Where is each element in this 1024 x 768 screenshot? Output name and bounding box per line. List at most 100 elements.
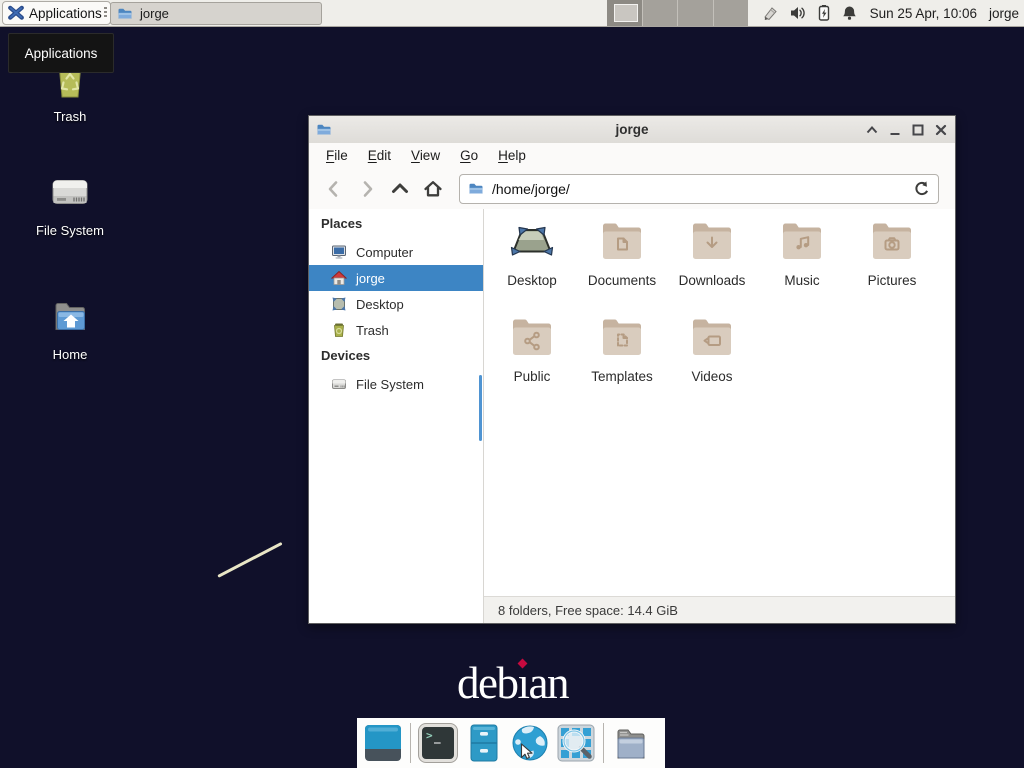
up-button[interactable]	[387, 176, 413, 202]
minimize-icon	[887, 122, 903, 138]
xfce-applications-icon	[8, 5, 24, 21]
home-icon	[331, 270, 347, 286]
sidebar-item-computer[interactable]: Computer	[309, 239, 483, 265]
menu-file[interactable]: File	[316, 148, 358, 163]
sidebar-item-jorge[interactable]: jorge	[309, 265, 483, 291]
home-button[interactable]	[420, 176, 446, 202]
file-item-desktop[interactable]: Desktop	[487, 217, 577, 288]
applications-tooltip: Applications	[8, 33, 114, 73]
applications-menu-label: Applications	[29, 6, 102, 21]
menu-help[interactable]: Help	[488, 148, 536, 163]
folder-templates-icon	[598, 313, 646, 361]
devices-header: Devices	[321, 348, 370, 363]
taskbar-window-button[interactable]: jorge	[110, 2, 322, 25]
close-icon	[933, 122, 949, 138]
sidebar-item-filesystem[interactable]: File System	[309, 371, 483, 397]
home-icon	[421, 177, 445, 201]
file-item-pictures[interactable]: Pictures	[847, 217, 937, 288]
workspace-1[interactable]	[607, 0, 642, 26]
battery-icon[interactable]	[816, 4, 832, 22]
desktop-icon	[508, 217, 556, 265]
workspace-window-miniature	[614, 4, 638, 22]
desktop-icon-filesystem[interactable]: File System	[20, 168, 120, 238]
folder-downloads-icon	[688, 217, 736, 265]
web-browser-globe-icon[interactable]	[511, 724, 549, 762]
menu-view[interactable]: View	[401, 148, 450, 163]
dock-separator	[410, 723, 411, 763]
desktop-icon-trash-label: Trash	[20, 109, 120, 124]
folder-pictures-icon	[868, 217, 916, 265]
folder-music-icon	[778, 217, 826, 265]
menubar: File Edit View Go Help	[309, 143, 955, 168]
forward-icon	[355, 177, 379, 201]
toolbar: /home/jorge/	[309, 168, 955, 210]
hard-drive-icon	[331, 376, 347, 392]
reload-icon[interactable]	[913, 180, 930, 197]
file-cabinet-icon[interactable]	[465, 724, 503, 762]
path-folder-icon	[468, 181, 484, 197]
panel-clock[interactable]: Sun 25 Apr, 10:06	[870, 6, 977, 21]
shade-icon	[864, 122, 880, 138]
back-icon	[322, 177, 346, 201]
sidebar-item-trash[interactable]: Trash	[309, 317, 483, 343]
maximize-icon	[910, 122, 926, 138]
file-item-downloads[interactable]: Downloads	[667, 217, 757, 288]
statusbar-text: 8 folders, Free space: 14.4 GiB	[498, 603, 678, 618]
file-item-public[interactable]: Public	[487, 313, 577, 384]
desktop-icon	[331, 296, 347, 312]
panel-user-label[interactable]: jorge	[989, 6, 1019, 21]
path-text[interactable]: /home/jorge/	[492, 181, 913, 197]
window-title: jorge	[309, 122, 955, 137]
menu-go[interactable]: Go	[450, 148, 488, 163]
back-button[interactable]	[321, 176, 347, 202]
statusbar: 8 folders, Free space: 14.4 GiB	[484, 596, 955, 623]
applications-menu-button[interactable]: Applications	[2, 1, 111, 25]
maximize-button[interactable]	[910, 122, 926, 138]
forward-button[interactable]	[354, 176, 380, 202]
application-finder-icon[interactable]	[557, 724, 595, 762]
tasklist-handle[interactable]	[104, 7, 107, 19]
window-titlebar[interactable]: jorge	[309, 116, 955, 144]
terminal-icon[interactable]: > _	[419, 724, 457, 762]
notifications-bell-icon[interactable]	[841, 4, 858, 22]
menu-edit[interactable]: Edit	[358, 148, 401, 163]
directory-folder-icon[interactable]	[612, 724, 650, 762]
places-header: Places	[321, 216, 362, 231]
sidebar-item-desktop[interactable]: Desktop	[309, 291, 483, 317]
desktop-icon-home-label: Home	[20, 347, 120, 362]
sidebar: Places Computer jorge Desktop Trash Devi…	[309, 209, 484, 623]
folder-documents-icon	[598, 217, 646, 265]
file-item-documents[interactable]: Documents	[577, 217, 667, 288]
dock: > _	[357, 718, 665, 768]
workspace-pager[interactable]	[607, 0, 748, 26]
file-item-videos[interactable]: Videos	[667, 313, 757, 384]
shade-button[interactable]	[864, 122, 880, 138]
show-desktop-icon[interactable]	[364, 724, 402, 762]
file-manager-body: Places Computer jorge Desktop Trash Devi…	[309, 209, 955, 623]
file-manager-window: jorge File Edit View Go Hel	[308, 115, 956, 624]
home-folder-icon	[46, 292, 94, 340]
taskbar-window-label: jorge	[140, 6, 169, 21]
folder-videos-icon	[688, 313, 736, 361]
desktop-stroke-artifact	[217, 542, 282, 578]
dock-separator	[603, 723, 604, 763]
workspace-3[interactable]	[677, 0, 713, 26]
sidebar-scrollbar[interactable]	[479, 375, 482, 441]
icon-view: Desktop Documents Downloads Music Pictur…	[484, 209, 955, 596]
hard-drive-icon	[46, 168, 94, 216]
workspace-2[interactable]	[642, 0, 678, 26]
folder-public-icon	[508, 313, 556, 361]
file-item-templates[interactable]: Templates	[577, 313, 667, 384]
volume-icon[interactable]	[789, 4, 807, 22]
desktop-icon-home[interactable]: Home	[20, 292, 120, 362]
path-entry[interactable]: /home/jorge/	[459, 174, 939, 204]
top-panel: Applications jorge	[0, 0, 1024, 27]
computer-icon	[331, 244, 347, 260]
workspace-4[interactable]	[713, 0, 749, 26]
minimize-button[interactable]	[887, 122, 903, 138]
pen-tool-icon[interactable]	[762, 4, 780, 22]
system-tray	[762, 4, 858, 22]
file-item-music[interactable]: Music	[757, 217, 847, 288]
close-button[interactable]	[933, 122, 949, 138]
up-icon	[388, 177, 412, 201]
